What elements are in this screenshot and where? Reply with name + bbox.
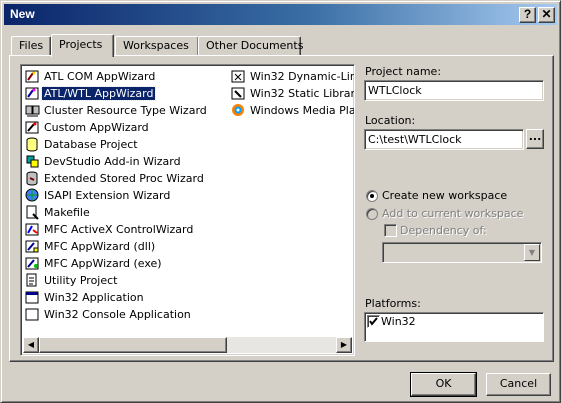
ok-button[interactable]: OK xyxy=(410,372,477,397)
checkmark-icon xyxy=(369,317,378,326)
static-lib-icon xyxy=(231,87,245,100)
custom-wizard-icon xyxy=(25,121,39,134)
window-title: New xyxy=(10,7,35,21)
browse-button[interactable]: ... xyxy=(526,129,544,149)
cancel-button[interactable]: Cancel xyxy=(486,373,551,396)
list-item[interactable]: Database Project xyxy=(24,136,209,153)
mfc-exe-icon xyxy=(25,257,39,270)
activex-icon xyxy=(25,223,39,236)
platform-win32-checkbox[interactable] xyxy=(367,315,380,328)
list-item[interactable]: ISAPI Extension Wizard xyxy=(24,187,209,204)
location-label: Location: xyxy=(365,114,416,127)
list-item[interactable]: DevStudio Add-in Wizard xyxy=(24,153,209,170)
media-player-icon xyxy=(232,104,244,116)
tab-workspaces[interactable]: Workspaces xyxy=(115,36,199,56)
platform-win32-label: Win32 xyxy=(381,315,416,328)
project-name-input[interactable]: WTLClock xyxy=(364,80,544,101)
list-item[interactable]: Win32 Console Application xyxy=(24,306,209,323)
dll-icon xyxy=(231,70,245,83)
close-button[interactable]: ✕ xyxy=(538,7,555,23)
create-new-workspace-radio[interactable] xyxy=(366,190,378,202)
dependency-combo[interactable]: ▼ xyxy=(382,242,542,263)
platforms-label: Platforms: xyxy=(365,297,421,310)
tab-other-documents[interactable]: Other Documents xyxy=(198,36,303,56)
list-item[interactable]: MFC AppWizard (exe) xyxy=(24,255,209,272)
tab-files[interactable]: Files xyxy=(11,36,51,56)
atl-wizard-icon xyxy=(25,70,39,83)
platforms-list[interactable]: Win32 xyxy=(364,312,544,342)
database-icon xyxy=(26,137,38,152)
horizontal-scrollbar[interactable]: ◀ ▶ xyxy=(23,337,352,353)
wtl-wizard-icon xyxy=(25,87,39,100)
list-item[interactable]: Utility Project xyxy=(24,272,209,289)
cluster-icon xyxy=(25,105,40,117)
scroll-right-icon[interactable]: ▶ xyxy=(336,337,352,353)
dependency-of-checkbox[interactable] xyxy=(384,224,397,237)
title-bar[interactable]: New ? ✕ xyxy=(4,4,557,25)
list-item[interactable]: ATL/WTL AppWizard xyxy=(24,85,209,102)
list-item[interactable]: Extended Stored Proc Wizard xyxy=(24,170,209,187)
create-new-workspace-label: Create new workspace xyxy=(382,189,508,202)
chevron-down-icon[interactable]: ▼ xyxy=(524,244,540,261)
project-type-list[interactable]: ATL COM AppWizard ATL/WTL AppWizard Clus… xyxy=(20,64,355,356)
mfc-dll-icon xyxy=(25,240,39,253)
list-item[interactable]: MFC AppWizard (dll) xyxy=(24,238,209,255)
list-item[interactable]: Win32 Dynamic-Link L xyxy=(230,68,354,85)
radio-selected-dot xyxy=(370,194,374,198)
addin-icon xyxy=(26,155,39,168)
stored-proc-icon xyxy=(26,171,38,186)
list-item[interactable]: Win32 Static Library xyxy=(230,85,354,102)
list-item[interactable]: MFC ActiveX ControlWizard xyxy=(24,221,209,238)
tab-projects[interactable]: Projects xyxy=(51,34,114,57)
console-icon xyxy=(25,308,39,321)
list-item[interactable]: Custom AppWizard xyxy=(24,119,209,136)
list-item[interactable]: Windows Media Playe xyxy=(230,102,354,119)
new-dialog: New ? ✕ Files Projects Workspaces Other … xyxy=(0,0,561,403)
scroll-thumb[interactable] xyxy=(39,337,227,353)
isapi-icon xyxy=(25,188,39,202)
list-item[interactable]: Cluster Resource Type Wizard xyxy=(24,102,209,119)
projects-panel: ATL COM AppWizard ATL/WTL AppWizard Clus… xyxy=(9,55,554,362)
add-to-current-workspace-radio[interactable] xyxy=(366,208,378,220)
list-item[interactable]: Makefile xyxy=(24,204,209,221)
location-input[interactable]: C:\test\WTLClock xyxy=(364,129,524,150)
project-name-label: Project name: xyxy=(365,65,442,78)
project-list-column-1: ATL COM AppWizard ATL/WTL AppWizard Clus… xyxy=(24,68,209,323)
scroll-left-icon[interactable]: ◀ xyxy=(23,337,39,353)
list-item[interactable]: Win32 Application xyxy=(24,289,209,306)
help-button[interactable]: ? xyxy=(519,7,536,23)
list-item[interactable]: ATL COM AppWizard xyxy=(24,68,209,85)
dependency-of-label: Dependency of: xyxy=(400,224,487,237)
project-list-column-2: Win32 Dynamic-Link L Win32 Static Librar… xyxy=(230,68,354,119)
add-to-current-workspace-label: Add to current workspace xyxy=(382,207,524,220)
makefile-icon xyxy=(26,205,39,220)
win32-app-icon xyxy=(25,291,39,304)
utility-icon xyxy=(26,273,37,287)
